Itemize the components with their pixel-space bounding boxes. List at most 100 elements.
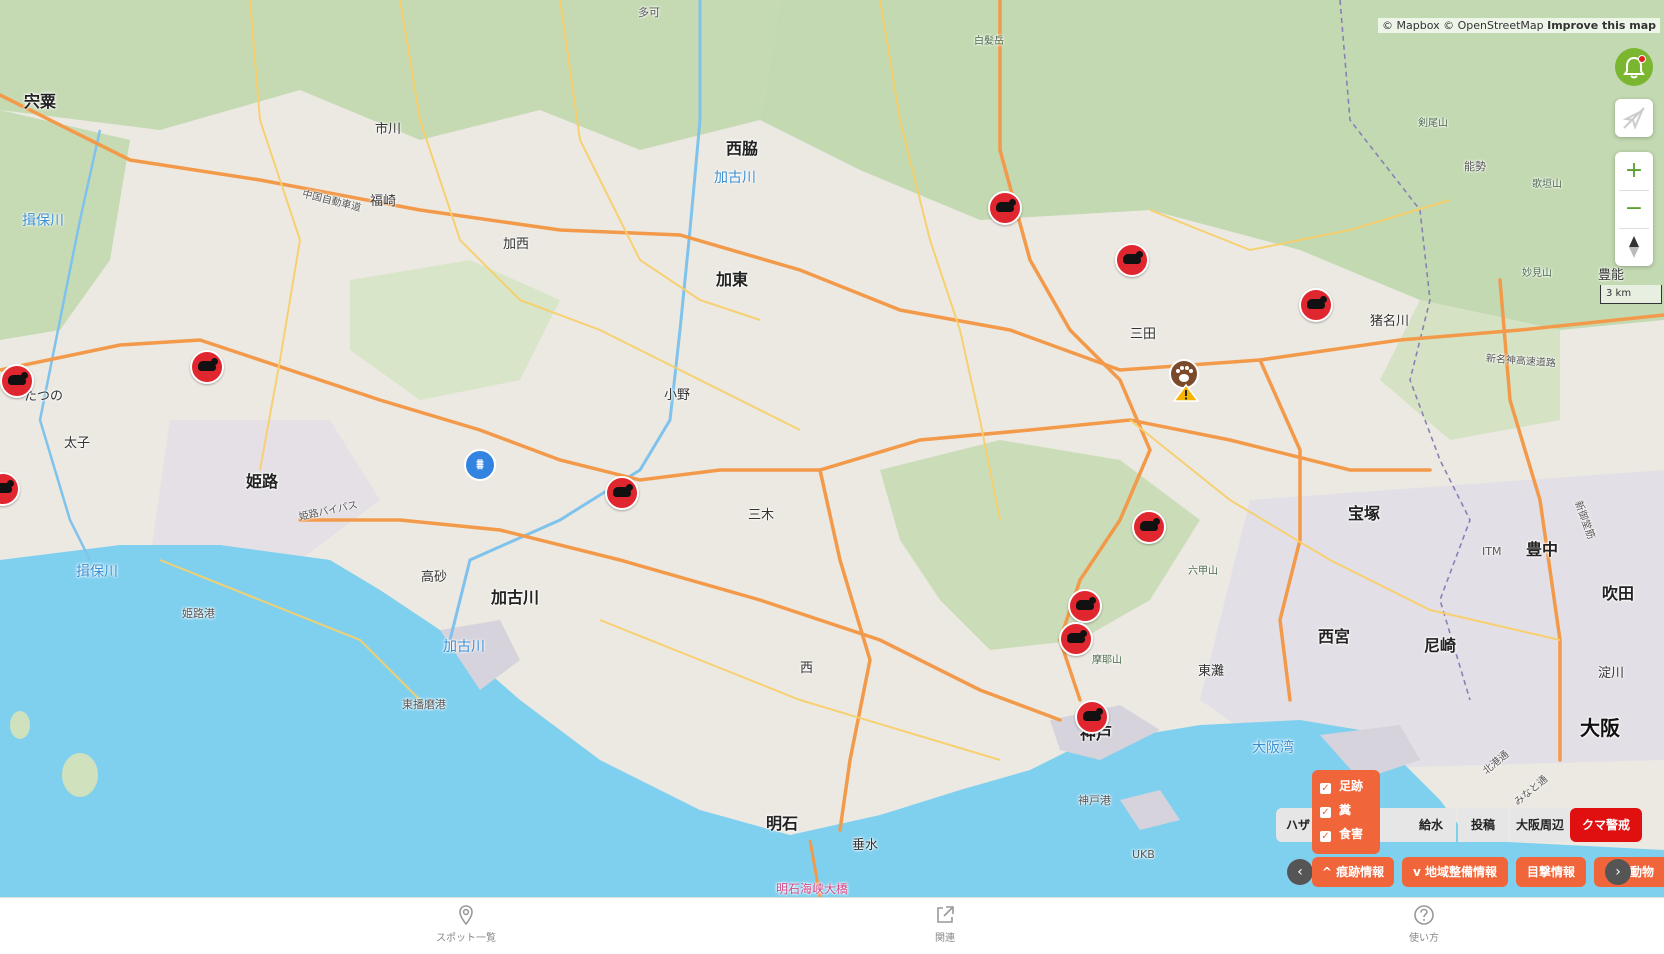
filter-chip-label: 痕跡情報: [1336, 865, 1385, 879]
nav-label: 関連: [935, 933, 955, 944]
port-label: 東播磨港: [402, 698, 446, 711]
filter-chip-label: 目撃情報: [1526, 865, 1575, 879]
landmark-label: 明石海峡大橋: [776, 882, 849, 896]
place-label: 福崎: [370, 194, 397, 209]
paw-warning-icon: [1169, 359, 1200, 402]
nav-label: 使い方: [1409, 933, 1439, 944]
filter-sighting-info[interactable]: 目撃情報: [1516, 857, 1586, 887]
map-scale: 3 km: [1600, 285, 1662, 304]
dam-marker[interactable]: ⩩: [464, 449, 496, 481]
place-label: 三木: [748, 508, 775, 523]
place-label: 姫路: [246, 472, 279, 491]
peak-label: 摩耶山: [1092, 655, 1122, 666]
place-label: 猪名川: [1370, 314, 1410, 329]
peak-label: 六甲山: [1188, 566, 1218, 577]
place-label: 宍粟: [24, 92, 57, 111]
map-pin-icon: [459, 905, 473, 926]
map-attribution: © Mapbox © OpenStreetMap Improve this ma…: [1378, 18, 1660, 33]
bear-trace-warning-marker[interactable]: [1169, 359, 1203, 407]
water-label: 加古川: [443, 639, 485, 655]
map-canvas[interactable]: 宍粟 市川 福崎 加西 西脇 加東 小野 三木 たつの 太子 姫路 高砂 加古川…: [0, 0, 1664, 897]
filter-chip-label: 動物: [1629, 865, 1654, 879]
scroll-right-button[interactable]: ›: [1605, 859, 1631, 885]
bear-sighting-marker[interactable]: [190, 350, 224, 384]
place-label: 吹田: [1602, 584, 1635, 603]
notification-button[interactable]: [1615, 48, 1653, 86]
nav-spot-list[interactable]: スポット一覧: [406, 904, 526, 944]
osm-attribution[interactable]: © OpenStreetMap: [1443, 19, 1544, 32]
place-label: 西: [800, 661, 814, 676]
filter-footprint[interactable]: ✓ 足跡: [1320, 776, 1363, 796]
place-label: 豊能: [1598, 268, 1625, 283]
place-label: 加西: [503, 237, 530, 252]
filter-area-maintenance[interactable]: v 地域整備情報: [1402, 857, 1508, 887]
bear-sighting-marker[interactable]: [1068, 589, 1102, 623]
place-label: 垂水: [852, 838, 879, 853]
bottom-nav: スポット一覧 関連 使い方: [0, 897, 1664, 954]
nav-how-to-use[interactable]: 使い方: [1364, 904, 1484, 944]
place-label: 加東: [716, 270, 749, 289]
bear-sighting-marker[interactable]: [1299, 288, 1333, 322]
airport-label: ITM: [1482, 545, 1502, 558]
zoom-out-button[interactable]: −: [1615, 190, 1653, 228]
tab-bear-alert[interactable]: クマ警戒: [1570, 808, 1642, 842]
compass-button[interactable]: [1615, 228, 1653, 266]
zoom-in-button[interactable]: +: [1615, 152, 1653, 190]
water-label: 大阪湾: [1252, 740, 1294, 756]
nav-related[interactable]: 関連: [885, 904, 1005, 944]
water-label: 揖保川: [22, 213, 64, 229]
filter-trace-info[interactable]: ^ 痕跡情報: [1312, 857, 1394, 887]
tab-water-supply[interactable]: 給水: [1406, 808, 1456, 842]
bear-sighting-marker[interactable]: [0, 364, 34, 398]
tab-osaka-area[interactable]: 大阪周辺: [1510, 808, 1570, 842]
improve-map-link[interactable]: Improve this map: [1547, 19, 1656, 32]
place-label: 西脇: [726, 139, 759, 158]
place-label: 小野: [664, 388, 691, 403]
port-label: 姫路港: [182, 607, 215, 620]
bear-sighting-marker[interactable]: [988, 191, 1022, 225]
place-label: 加古川: [491, 588, 540, 607]
place-label: 三田: [1130, 327, 1157, 342]
checkbox-checked-icon: ✓: [1320, 831, 1331, 842]
bear-sighting-marker[interactable]: [605, 476, 639, 510]
checkbox-checked-icon: ✓: [1320, 783, 1331, 794]
chevron-up-icon: ^: [1321, 865, 1332, 879]
trace-filter-panel: ✓ 足跡 ✓ 糞 ✓ 食害: [1312, 770, 1380, 854]
peak-label: 剣尾山: [1418, 118, 1448, 129]
place-label: 多可: [638, 6, 660, 19]
map-base-layer: [0, 0, 1664, 897]
location-off-icon: [1622, 107, 1645, 130]
map-zoom-control: + −: [1615, 152, 1653, 266]
peak-label: 妙見山: [1522, 268, 1552, 279]
place-label: 高砂: [421, 570, 448, 585]
filter-label: 糞: [1339, 803, 1352, 817]
scroll-left-button[interactable]: ‹: [1287, 859, 1313, 885]
filter-label: 足跡: [1339, 779, 1364, 793]
place-label: 尼崎: [1424, 636, 1457, 655]
filter-droppings[interactable]: ✓ 糞: [1320, 800, 1351, 820]
place-label: 太子: [64, 436, 91, 451]
external-link-icon: [937, 906, 954, 923]
help-icon: [1414, 905, 1434, 925]
filter-crop-damage[interactable]: ✓ 食害: [1320, 824, 1363, 844]
bear-sighting-marker[interactable]: [1132, 510, 1166, 544]
tab-post[interactable]: 投稿: [1458, 808, 1508, 842]
filter-chip-label: 地域整備情報: [1425, 865, 1498, 879]
place-label: 東灘: [1198, 664, 1225, 679]
peak-label: 白髪岳: [974, 36, 1004, 47]
geolocate-button[interactable]: [1615, 99, 1653, 137]
bear-sighting-marker[interactable]: [1059, 622, 1093, 656]
checkbox-checked-icon: ✓: [1320, 807, 1331, 818]
peak-label: 歌垣山: [1532, 179, 1562, 190]
airport-label: UKB: [1132, 848, 1155, 861]
port-label: 神戸港: [1078, 794, 1111, 807]
place-label: 能勢: [1464, 160, 1486, 173]
filter-label: 食害: [1339, 827, 1364, 841]
place-label: 宝塚: [1348, 504, 1381, 523]
bear-sighting-marker[interactable]: [1115, 243, 1149, 277]
place-label: 明石: [766, 814, 799, 833]
place-label: 豊中: [1526, 540, 1559, 559]
bear-sighting-marker[interactable]: [1075, 700, 1109, 734]
place-label: 市川: [375, 122, 402, 137]
mapbox-attribution[interactable]: © Mapbox: [1382, 19, 1440, 32]
